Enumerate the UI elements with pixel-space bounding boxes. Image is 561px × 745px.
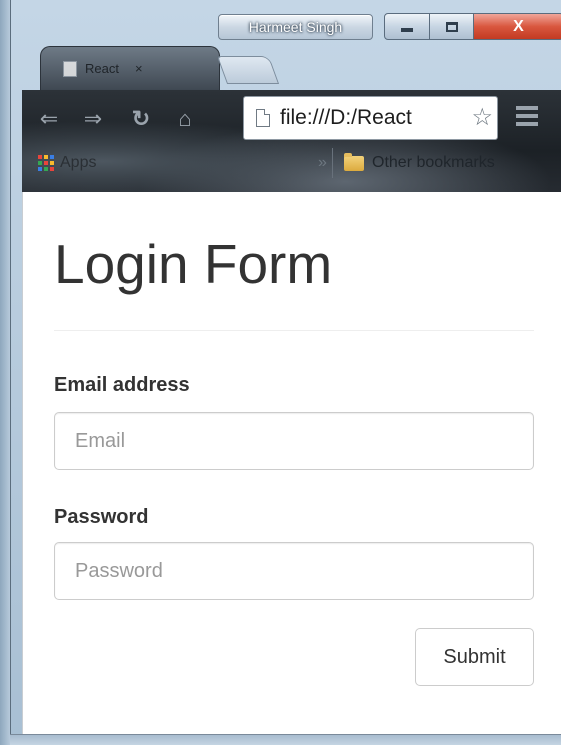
email-label: Email address — [54, 374, 190, 396]
page-favicon-icon — [63, 60, 77, 77]
back-icon[interactable]: ⇐ — [36, 106, 62, 132]
bookmark-other[interactable]: Other bookmarks — [344, 152, 495, 172]
browser-toolbar: ⇐ ⇒ ↻ ⌂ file:///D:/React ☆ Apps » Other … — [22, 90, 561, 192]
close-window-button[interactable]: X — [474, 13, 561, 40]
other-bookmarks-label: Other bookmarks — [372, 154, 495, 171]
bookmark-star-icon[interactable]: ☆ — [471, 104, 493, 132]
home-icon[interactable]: ⌂ — [172, 106, 198, 132]
page-title: Login Form — [54, 233, 333, 295]
window-caption-buttons: X — [384, 13, 561, 40]
bookmark-apps[interactable]: Apps — [38, 154, 96, 172]
close-icon: X — [513, 17, 524, 35]
reload-icon[interactable]: ↻ — [128, 106, 154, 132]
bookmarks-divider — [332, 148, 333, 178]
maximize-button[interactable] — [430, 13, 474, 40]
url-text[interactable]: file:///D:/React — [280, 106, 472, 130]
password-field[interactable] — [54, 542, 534, 600]
tab-react[interactable]: React × — [40, 46, 220, 90]
bookmarks-overflow-icon[interactable]: » — [318, 154, 327, 172]
email-field[interactable] — [54, 412, 534, 470]
tab-strip: React × — [10, 46, 561, 90]
folder-icon — [344, 152, 364, 171]
forward-icon[interactable]: ⇒ — [80, 106, 106, 132]
minimize-button[interactable] — [384, 13, 430, 40]
apps-grid-icon — [38, 155, 54, 171]
page-icon — [256, 109, 270, 127]
page-content: Login Form Email address Password Submit — [22, 192, 561, 734]
chrome-menu-icon[interactable] — [516, 106, 538, 126]
address-bar[interactable]: file:///D:/React ☆ — [243, 96, 498, 140]
new-tab-button[interactable] — [216, 56, 280, 84]
user-profile-badge[interactable]: Harmeet Singh — [218, 14, 373, 40]
tab-close-icon[interactable]: × — [135, 61, 143, 76]
maximize-icon — [445, 21, 458, 32]
tab-title: React — [85, 61, 119, 76]
minimize-icon — [401, 28, 413, 32]
submit-button[interactable]: Submit — [415, 628, 534, 686]
apps-label: Apps — [60, 154, 97, 171]
window-shadow — [0, 0, 10, 745]
window-bottom-border — [10, 734, 561, 745]
title-divider — [54, 330, 534, 331]
password-label: Password — [54, 506, 149, 528]
